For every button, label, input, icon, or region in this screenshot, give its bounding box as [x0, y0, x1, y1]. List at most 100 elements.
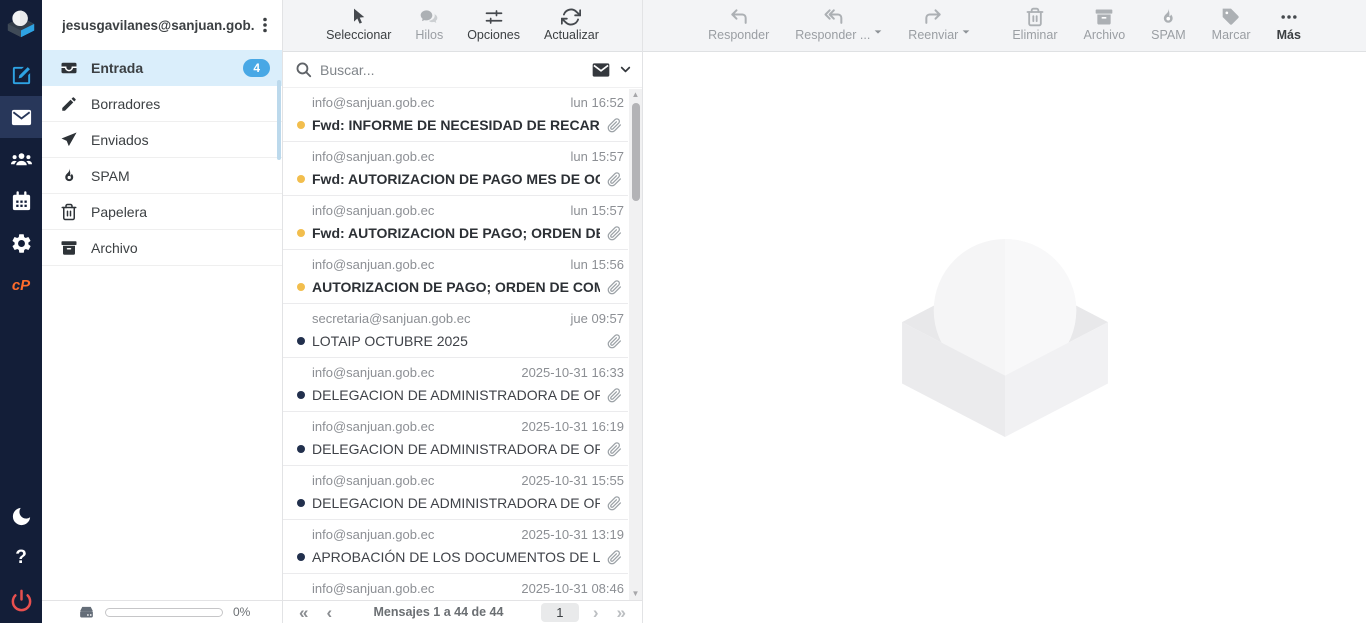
compose-button[interactable] [0, 54, 42, 96]
contacts-nav-button[interactable] [0, 138, 42, 180]
folder-label: Entrada [91, 60, 143, 76]
dark-mode-toggle[interactable] [0, 495, 42, 537]
settings-nav-button[interactable] [0, 222, 42, 264]
scrollbar-thumb[interactable] [632, 103, 640, 201]
last-page-button[interactable]: » [613, 604, 630, 621]
folder-item-entrada[interactable]: Entrada 4 [42, 50, 282, 86]
tag-icon [1221, 7, 1241, 27]
delete-button[interactable]: Eliminar [1011, 5, 1058, 44]
message-status-dot[interactable] [297, 229, 305, 237]
quota-bar: 0% [42, 600, 282, 623]
reply-all-icon [823, 7, 843, 27]
message-subject: DELEGACION DE ADMINISTRADORA DE OR... [312, 441, 600, 457]
message-status-dot[interactable] [297, 553, 305, 561]
folder-item-enviados[interactable]: Enviados [42, 122, 282, 158]
message-subject: LOTAIP OCTUBRE 2025 [312, 333, 600, 349]
archive-button[interactable]: Archivo [1082, 5, 1126, 44]
next-page-button[interactable]: › [589, 604, 603, 621]
paperclip-icon [607, 550, 622, 565]
mark-button[interactable]: Marcar [1211, 5, 1252, 44]
message-sender: info@sanjuan.gob.ec [312, 419, 434, 434]
pencil-icon [60, 95, 78, 113]
watermark-logo-icon [898, 239, 1112, 437]
message-status-dot[interactable] [297, 283, 305, 291]
spam-button[interactable]: SPAM [1150, 5, 1187, 44]
reply-button[interactable]: Responder [707, 5, 770, 44]
quota-progress [105, 608, 223, 617]
search-icon [295, 61, 312, 78]
pagination-bar: « ‹ Mensajes 1 a 44 de 44 1 › » [283, 600, 642, 623]
search-scope-button[interactable] [591, 60, 611, 80]
message-row[interactable]: info@sanjuan.gob.eclun 16:52Fwd: INFORME… [283, 88, 628, 142]
archive-icon [60, 239, 78, 257]
message-row[interactable]: info@sanjuan.gob.ec2025-10-31 13:19APROB… [283, 520, 628, 574]
message-date: 2025-10-31 13:19 [521, 527, 624, 542]
message-status-dot[interactable] [297, 175, 305, 183]
forward-dropdown-button[interactable] [961, 27, 971, 37]
folder-item-archivo[interactable]: Archivo [42, 230, 282, 266]
message-status-dot[interactable] [297, 337, 305, 345]
search-input[interactable] [320, 62, 583, 78]
help-icon: ? [15, 547, 27, 569]
message-status-dot[interactable] [297, 391, 305, 399]
reply-all-dropdown-button[interactable] [873, 27, 883, 37]
message-row[interactable]: info@sanjuan.gob.ec2025-10-31 15:55DELEG… [283, 466, 628, 520]
folders-scrollbar[interactable] [277, 80, 281, 160]
forward-button[interactable]: Reenviar [907, 5, 959, 44]
paperclip-icon [607, 442, 622, 457]
folder-item-spam[interactable]: SPAM [42, 158, 282, 194]
options-button[interactable]: Opciones [466, 5, 521, 44]
message-status-dot[interactable] [297, 445, 305, 453]
attachment-indicator [607, 280, 622, 295]
storage-icon [78, 605, 95, 620]
prev-page-button[interactable]: ‹ [322, 604, 336, 621]
select-button[interactable]: Seleccionar [325, 5, 392, 44]
help-button[interactable]: ? [0, 537, 42, 579]
unread-count-badge: 4 [243, 59, 270, 77]
more-button[interactable]: Más [1276, 5, 1302, 44]
paperclip-icon [607, 226, 622, 241]
message-row[interactable]: info@sanjuan.gob.ec2025-10-31 08:46 [283, 574, 628, 600]
scroll-down-icon[interactable]: ▼ [632, 588, 640, 600]
account-email: jesusgavilanes@sanjuan.gob.... [62, 18, 254, 33]
cpanel-button[interactable]: cP [0, 264, 42, 306]
chevron-down-icon [619, 63, 632, 76]
message-sender: secretaria@sanjuan.gob.ec [312, 311, 470, 326]
message-row[interactable]: info@sanjuan.gob.eclun 15:57Fwd: AUTORIZ… [283, 142, 628, 196]
page-number-input[interactable]: 1 [541, 603, 579, 622]
refresh-button[interactable]: Actualizar [543, 5, 600, 44]
search-options-button[interactable] [619, 63, 632, 76]
scroll-up-icon[interactable]: ▲ [632, 89, 640, 101]
message-row[interactable]: info@sanjuan.gob.eclun 15:56AUTORIZACION… [283, 250, 628, 304]
folder-item-borradores[interactable]: Borradores [42, 86, 282, 122]
inbox-icon [60, 59, 78, 77]
calendar-nav-button[interactable] [0, 180, 42, 222]
message-row[interactable]: info@sanjuan.gob.ec2025-10-31 16:33DELEG… [283, 358, 628, 412]
threads-button[interactable]: Hilos [414, 5, 444, 44]
message-row[interactable]: info@sanjuan.gob.ec 2025-10-31 16:19 DELEG… [283, 412, 628, 466]
message-row[interactable]: info@sanjuan.gob.eclun 15:57Fwd: AUTORIZ… [283, 196, 628, 250]
message-status-dot[interactable] [297, 499, 305, 507]
folders-panel: jesusgavilanes@sanjuan.gob.... Entrada 4 B… [42, 0, 283, 623]
paper-plane-icon [60, 131, 78, 149]
first-page-button[interactable]: « [295, 604, 312, 621]
reply-all-button[interactable]: Responder ... [794, 5, 871, 44]
list-scrollbar[interactable]: ▲ ▼ [629, 89, 642, 600]
message-row[interactable]: secretaria@sanjuan.gob.ecjue 09:57LOTAIP… [283, 304, 628, 358]
folder-label: Enviados [91, 132, 149, 148]
message-date: 2025-10-31 16:19 [521, 419, 624, 434]
logout-button[interactable] [0, 579, 42, 621]
caret-down-icon [961, 27, 971, 37]
folder-item-papelera[interactable]: Papelera [42, 194, 282, 230]
flame-icon [60, 167, 78, 185]
webmail-app: cP ? jesusgavilanes@sanjuan.gob.... Entr… [0, 0, 1366, 623]
folder-label: Archivo [91, 240, 138, 256]
message-sender: info@sanjuan.gob.ec [312, 149, 434, 164]
folder-list: Entrada 4 Borradores Enviados SPAMPapelera Ar… [42, 50, 282, 600]
message-status-dot[interactable] [297, 121, 305, 129]
mail-nav-button[interactable] [0, 96, 42, 138]
message-sender: info@sanjuan.gob.ec [312, 365, 434, 380]
paperclip-icon [607, 496, 622, 511]
account-menu-button[interactable] [254, 13, 276, 37]
reply-icon [729, 7, 749, 27]
